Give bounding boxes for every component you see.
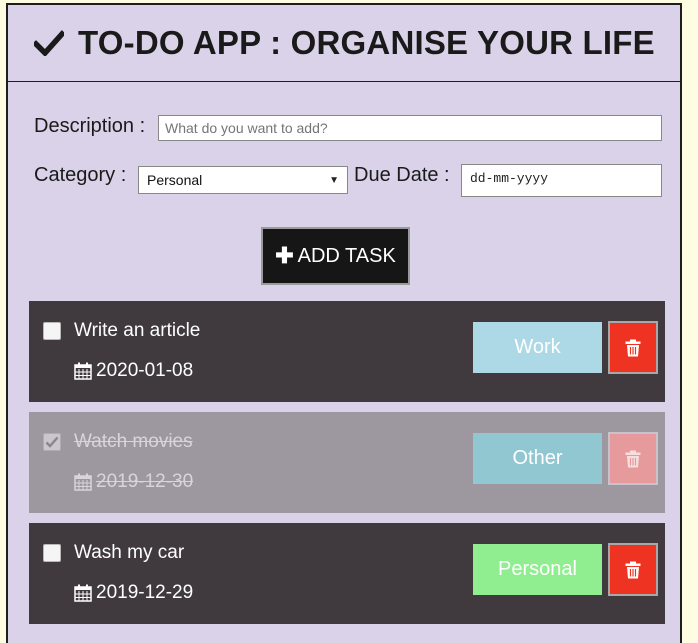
task-item: Wash my car 2019-12-29 Personal (29, 523, 665, 624)
task-date: 2020-01-08 (74, 360, 193, 382)
task-date-text: 2019-12-29 (96, 582, 194, 603)
due-date-input[interactable]: dd-mm-yyyy (461, 164, 662, 197)
delete-button[interactable] (608, 321, 658, 374)
category-badge-text: Personal (498, 558, 577, 580)
task-date: 2019-12-30 (74, 471, 193, 493)
checkmark-icon (34, 27, 66, 59)
task-date: 2019-12-29 (74, 582, 193, 604)
due-date-row: Due Date : (354, 164, 450, 187)
trash-icon (625, 450, 641, 467)
add-task-label: ADD TASK (297, 244, 396, 267)
category-label: Category : (34, 164, 127, 186)
category-badge-text: Other (512, 447, 563, 469)
task-checkbox[interactable] (43, 322, 61, 340)
due-date-label: Due Date : (354, 164, 450, 186)
calendar-icon (74, 362, 92, 380)
task-checkbox[interactable] (43, 544, 61, 562)
delete-button[interactable] (608, 432, 658, 485)
trash-icon (625, 339, 641, 356)
calendar-icon (74, 473, 92, 491)
task-item: Write an article 2020-01-08 Work (29, 301, 665, 402)
due-date-placeholder: dd-mm-yyyy (470, 171, 549, 186)
description-row: Description : (34, 115, 145, 138)
checkmark-icon (45, 436, 59, 448)
task-name: Watch movies (74, 431, 193, 452)
description-label: Description : (34, 115, 146, 137)
app-header: TO-DO APP : ORGANISE YOUR LIFE (8, 5, 680, 82)
task-name: Wash my car (74, 542, 185, 563)
category-badge: Other (473, 433, 602, 484)
task-date-text: 2020-01-08 (96, 360, 194, 381)
task-item: Watch movies 2019-12-30 Other (29, 412, 665, 513)
plus-icon: ✚ (275, 243, 294, 268)
task-name: Write an article (74, 320, 201, 341)
category-badge: Personal (473, 544, 602, 595)
category-select[interactable]: Personal ▼ (138, 166, 348, 194)
description-input[interactable] (158, 115, 662, 141)
category-select-value: Personal (147, 172, 203, 188)
delete-button[interactable] (608, 543, 658, 596)
calendar-icon (74, 584, 92, 602)
category-badge-text: Work (514, 336, 561, 358)
category-row: Category : (34, 164, 126, 187)
page-title: TO-DO APP : ORGANISE YOUR LIFE (78, 24, 655, 61)
dropdown-arrow-icon: ▼ (329, 174, 339, 186)
category-badge: Work (473, 322, 602, 373)
add-task-button[interactable]: ✚ ADD TASK (261, 227, 410, 285)
todo-app: TO-DO APP : ORGANISE YOUR LIFE Descripti… (6, 3, 682, 643)
trash-icon (625, 561, 641, 578)
task-date-text: 2019-12-30 (96, 471, 194, 492)
task-checkbox[interactable] (43, 433, 61, 451)
